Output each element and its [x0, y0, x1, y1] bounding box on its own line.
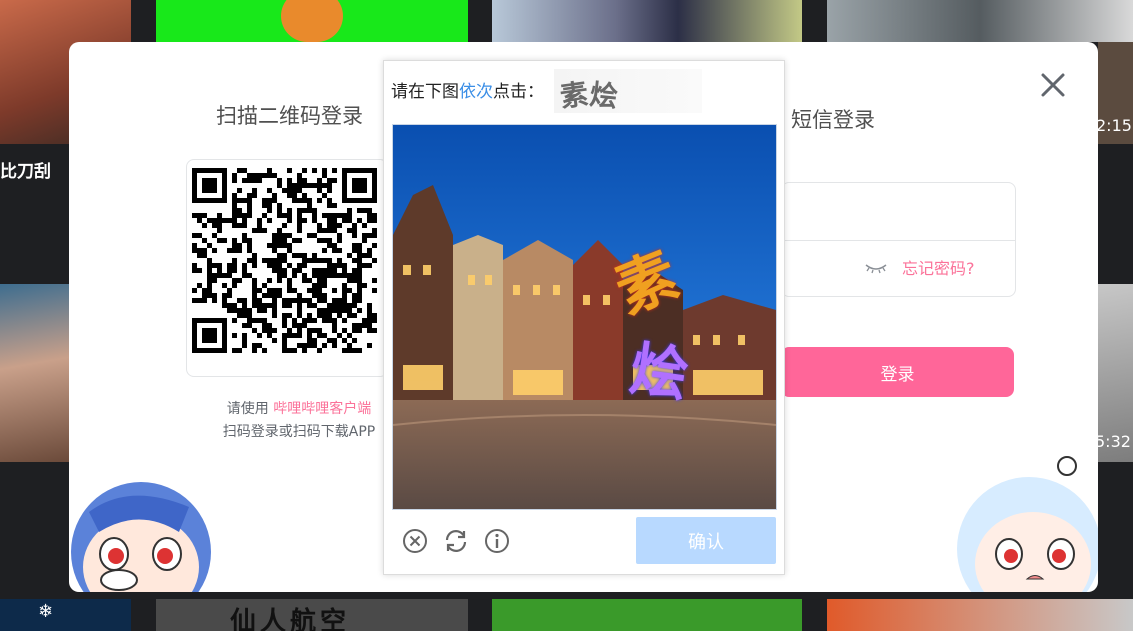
login-button[interactable]: 登录	[781, 347, 1014, 397]
bg-thumb-bottom-3[interactable]	[492, 599, 802, 631]
mascot-right	[949, 454, 1098, 592]
mascot-left	[69, 462, 214, 592]
bg-thumb-top-2[interactable]	[156, 0, 468, 42]
bg-thumb-bottom-4[interactable]	[827, 599, 1133, 631]
bg-thumb-mid-right[interactable]: 5:32	[1098, 284, 1133, 462]
video-duration: 2:15	[1098, 116, 1132, 135]
target-char-1: 素	[558, 77, 589, 114]
qr-login-title: 扫描二维码登录	[216, 104, 363, 128]
qr-hint-prefix: 请使用	[226, 401, 274, 417]
bg-thumb-bottom-1[interactable]: ❄	[0, 599, 131, 631]
prompt-prefix: 请在下图	[391, 82, 459, 102]
bg-thumb-title: 仙人航空	[230, 607, 351, 631]
confirm-button[interactable]: 确认	[636, 517, 776, 564]
target-chars: 素 烩	[554, 69, 702, 114]
refresh-icon[interactable]	[442, 527, 470, 555]
bg-thumb-right-1[interactable]: 2:15	[1098, 42, 1133, 144]
bg-thumb-top-4[interactable]	[827, 0, 1133, 42]
qr-hint-line2: 扫码登录或扫码下载APP	[222, 424, 376, 440]
sms-login-tab[interactable]: 短信登录	[791, 104, 875, 134]
client-link[interactable]: 哔哩哔哩客户端	[273, 401, 371, 417]
forgot-password-link[interactable]: 忘记密码?	[902, 255, 975, 279]
prompt-suffix: 点击：	[493, 82, 544, 102]
eye-closed-icon[interactable]	[864, 259, 888, 278]
close-icon[interactable]	[1038, 70, 1068, 100]
bg-thumb-bottom-2[interactable]: 仙人航空	[156, 599, 468, 631]
qr-code	[192, 168, 377, 353]
qr-hint: 请使用 哔哩哔哩客户端 扫码登录或扫码下载APP	[189, 398, 409, 444]
captcha-image[interactable]: 素 烩	[392, 124, 777, 510]
qr-code-box	[186, 159, 388, 377]
close-circle-icon[interactable]	[401, 527, 429, 555]
bg-thumb-top-3[interactable]	[492, 0, 802, 42]
captcha-popup: 请在下图依次点击： 素 烩 素 烩 确认	[383, 60, 785, 575]
clickable-char-2[interactable]: 烩	[625, 321, 694, 412]
bg-thumb-mid-left[interactable]	[0, 284, 69, 462]
snowflake-icon: ❄	[38, 601, 54, 622]
captcha-tools	[401, 527, 511, 557]
bg-caption[interactable]: 比刀刮	[0, 157, 51, 182]
prompt-highlight: 依次	[459, 82, 493, 102]
captcha-prompt: 请在下图依次点击：	[391, 77, 544, 102]
target-char-2: 烩	[588, 77, 618, 114]
password-field[interactable]	[782, 241, 852, 296]
account-field[interactable]	[782, 183, 1015, 240]
login-form: 忘记密码?	[781, 182, 1016, 297]
video-duration: 5:32	[1098, 432, 1131, 451]
info-icon[interactable]	[483, 527, 511, 555]
